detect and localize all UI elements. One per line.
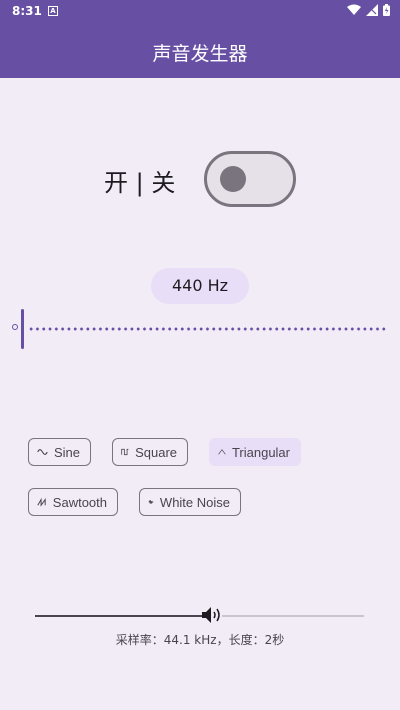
sine-wave-icon [37, 449, 48, 455]
frequency-slider-handle[interactable] [21, 309, 24, 349]
notification-icon: A [48, 6, 58, 16]
waveform-label: White Noise [159, 494, 230, 510]
waveform-chip-white-noise[interactable]: White Noise [139, 488, 241, 516]
waveform-label: Triangular [231, 444, 290, 460]
volume-slider-inactive-track[interactable] [222, 615, 364, 617]
speaker-icon[interactable] [200, 604, 222, 626]
waveform-label: Sawtooth [52, 494, 107, 510]
app-bar: 声音发生器 [0, 24, 400, 78]
status-time: 8:31 [12, 4, 42, 18]
signal-icon [366, 4, 378, 16]
waveform-chip-triangular[interactable]: Triangular [209, 438, 301, 466]
noise-wave-icon [148, 499, 154, 505]
waveform-chip-sine[interactable]: Sine [28, 438, 91, 466]
sample-info-text: 采样率：44.1 kHz，长度：2秒 [115, 633, 285, 647]
square-wave-icon [121, 448, 129, 456]
battery-icon [383, 4, 390, 16]
waveform-label: Square [135, 444, 177, 460]
triangle-wave-icon [218, 449, 226, 455]
waveform-label: Sine [53, 444, 80, 460]
status-icons [347, 4, 390, 16]
waveform-chip-square[interactable]: Square [112, 438, 188, 466]
wifi-icon [347, 4, 361, 15]
power-switch[interactable] [204, 151, 296, 207]
volume-slider-active-track[interactable] [35, 615, 205, 617]
waveform-chip-sawtooth[interactable]: Sawtooth [28, 488, 118, 516]
app-title: 声音发生器 [152, 43, 248, 65]
switch-thumb [220, 166, 246, 192]
status-bar: 8:31 A [0, 0, 400, 24]
frequency-slider-track[interactable] [28, 327, 388, 331]
frequency-slider-start-marker [12, 324, 18, 330]
power-label: 开 | 关 [104, 169, 176, 197]
frequency-display: 440 Hz [151, 268, 249, 304]
sawtooth-wave-icon [37, 497, 46, 507]
